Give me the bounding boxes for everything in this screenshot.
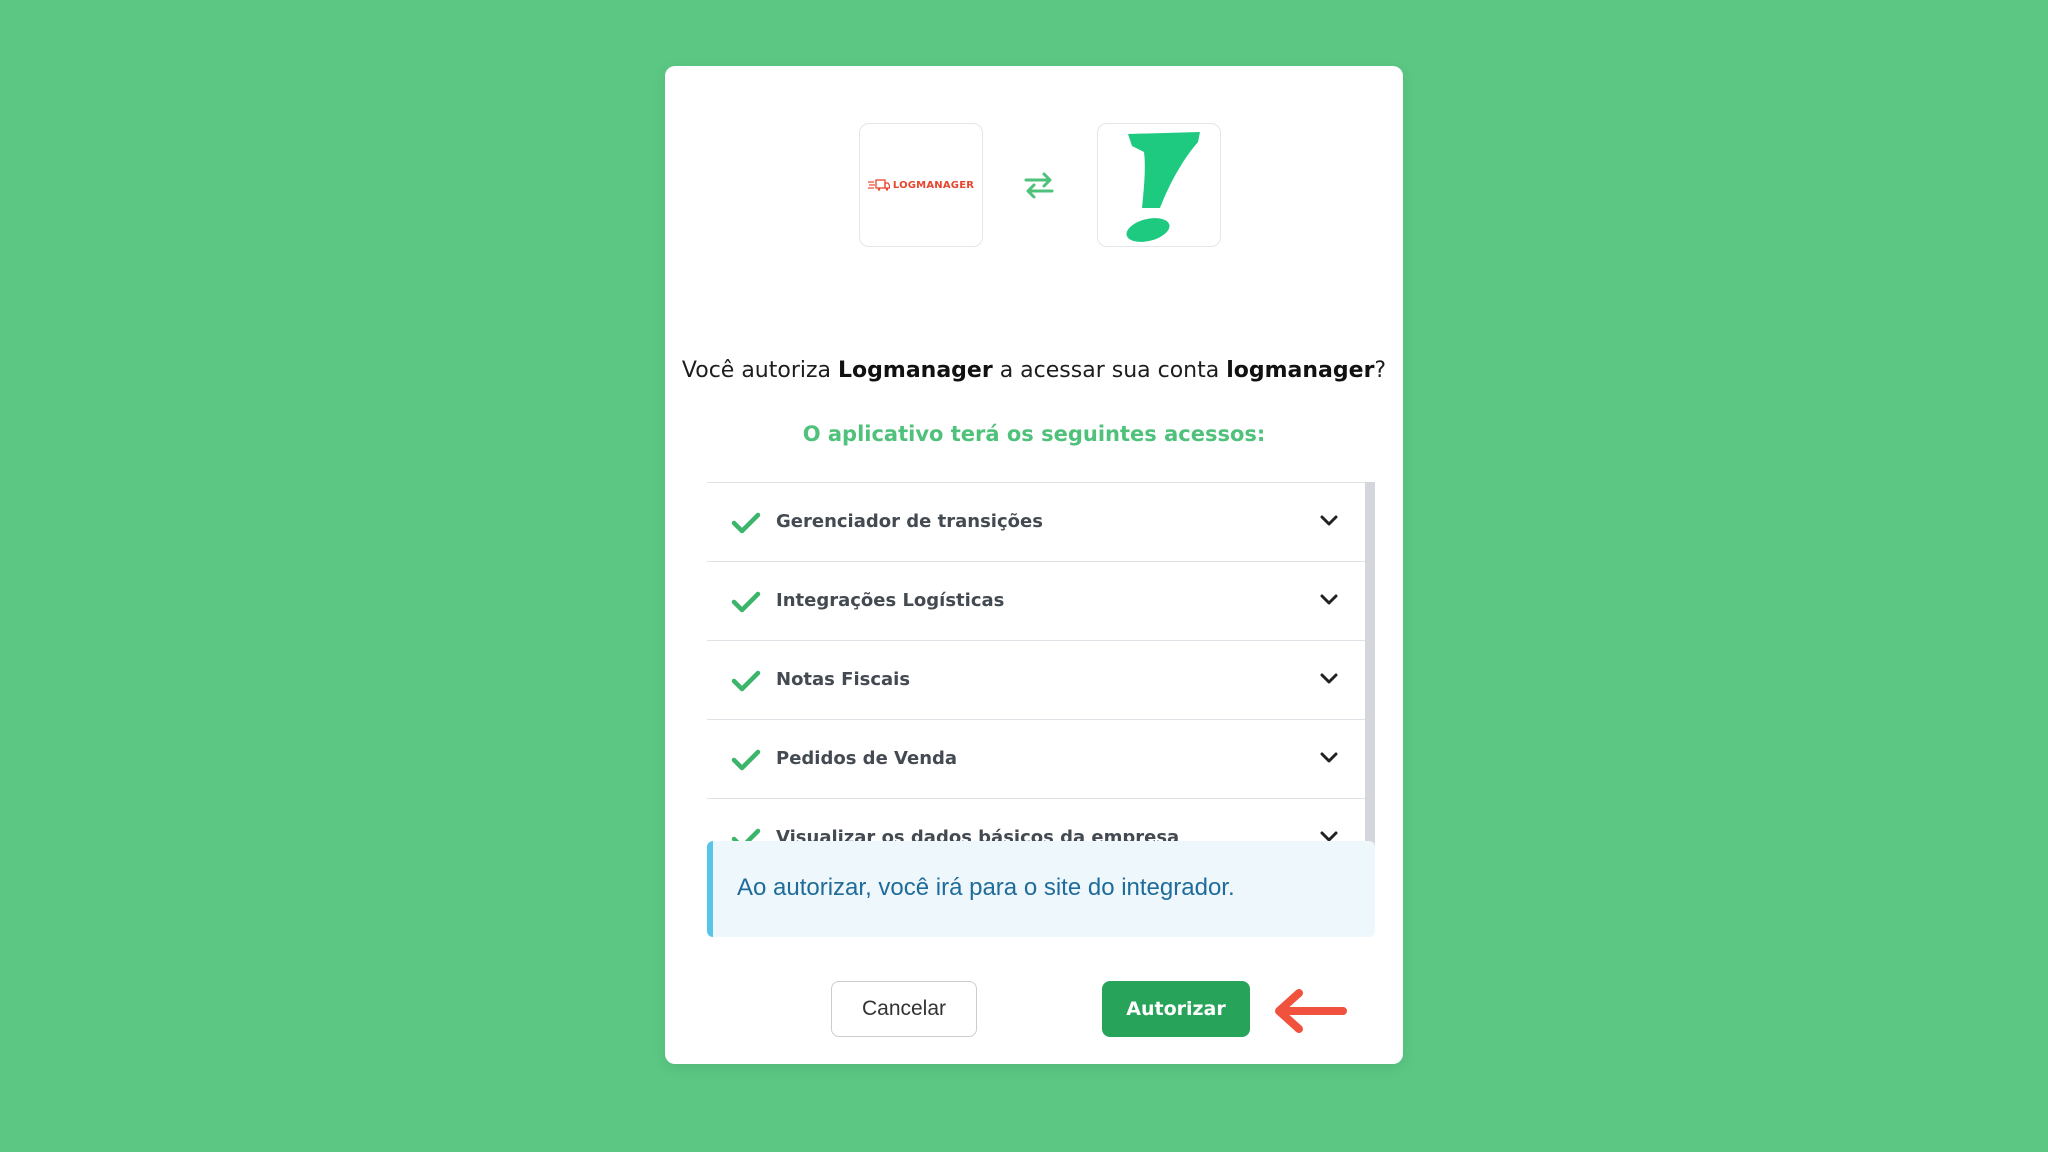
permissions-list: Gerenciador de transições Integrações Lo… <box>707 482 1375 877</box>
permissions-scrollbar[interactable] <box>1365 482 1375 877</box>
question-text-start: Você autoriza <box>681 358 839 383</box>
arrow-left-icon <box>1275 989 1347 1033</box>
swap-arrows-icon <box>1024 172 1054 199</box>
chevron-down-icon[interactable] <box>1319 514 1339 528</box>
partner-logo <box>1097 123 1221 247</box>
permission-item-sales-orders[interactable]: Pedidos de Venda <box>707 720 1365 799</box>
account-name: logmanager <box>1226 358 1375 383</box>
question-text-middle: a acessar sua conta <box>992 358 1227 383</box>
truck-icon <box>867 179 890 191</box>
cancel-button[interactable]: Cancelar <box>831 981 977 1037</box>
question-mark: ? <box>1374 358 1387 383</box>
chevron-down-icon[interactable] <box>1319 593 1339 607</box>
permission-label: Gerenciador de transições <box>776 511 1043 532</box>
check-icon <box>731 670 761 692</box>
permission-item-logistics[interactable]: Integrações Logísticas <box>707 562 1365 641</box>
permission-item-invoices[interactable]: Notas Fiscais <box>707 641 1365 720</box>
permission-item-transitions[interactable]: Gerenciador de transições <box>707 483 1365 562</box>
access-title: O aplicativo terá os seguintes acessos: <box>802 422 1266 446</box>
chevron-down-icon[interactable] <box>1319 672 1339 686</box>
authorize-button[interactable]: Autorizar <box>1102 981 1250 1037</box>
check-icon <box>731 512 761 534</box>
permission-label: Pedidos de Venda <box>776 748 958 769</box>
app-name: Logmanager <box>838 358 993 383</box>
permission-label: Integrações Logísticas <box>776 590 1005 611</box>
info-alert: Ao autorizar, você irá para o site do in… <box>707 841 1375 937</box>
check-icon <box>731 749 761 771</box>
logmanager-wordmark: LOGMANAGER <box>892 179 975 191</box>
authorization-question: Você autoriza Logmanager a acessar sua c… <box>665 358 1403 383</box>
permission-label: Notas Fiscais <box>776 669 911 690</box>
check-icon <box>731 591 761 613</box>
exclamation-logo-icon <box>1126 132 1200 242</box>
chevron-down-icon[interactable] <box>1319 751 1339 765</box>
info-text: Ao autorizar, você irá para o site do in… <box>737 874 1235 901</box>
authorization-dialog: LOGMANAGER Você autoriza Logmanager a ac… <box>665 66 1403 1064</box>
logmanager-logo: LOGMANAGER <box>859 123 983 247</box>
